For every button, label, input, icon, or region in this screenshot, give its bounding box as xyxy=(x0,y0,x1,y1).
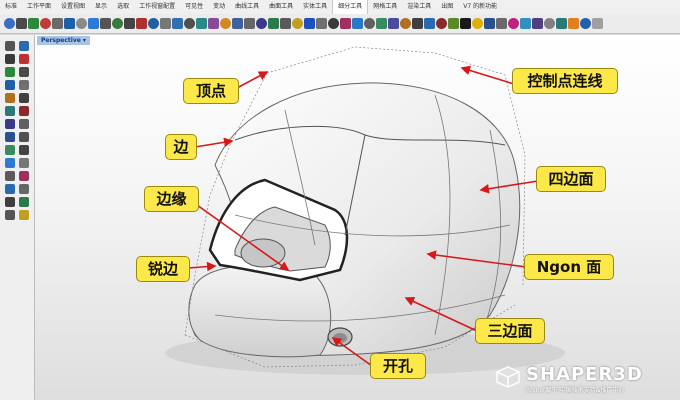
callout-triangle-face-text: 三边面 xyxy=(487,322,533,340)
callout-vertex: 顶点 xyxy=(183,78,239,104)
callout-ngon-face: Ngon 面 xyxy=(524,254,614,280)
arrow-edge xyxy=(194,137,234,148)
arrow-boundary xyxy=(196,204,290,271)
callout-hole: 开孔 xyxy=(370,353,426,379)
callout-boundary: 边缘 xyxy=(144,186,199,212)
callout-triangle-face: 三边面 xyxy=(475,318,545,344)
callout-sharp-edge-text: 锐边 xyxy=(147,260,178,278)
arrow-triangle-face xyxy=(404,297,478,332)
callout-control-point-line: 控制点连线 xyxy=(512,68,618,94)
logo-subtitle: Rhino[犀牛]中国技术支持&推广中心 xyxy=(526,387,625,394)
callout-boundary-text: 边缘 xyxy=(156,190,187,208)
shaper3d-logo: SHAPER3D Rhino[犀牛]中国技术支持&推广中心 xyxy=(496,362,680,400)
arrow-ngon-face xyxy=(426,250,527,268)
callout-control-point-line-text: 控制点连线 xyxy=(527,72,603,90)
callout-edge-text: 边 xyxy=(173,138,189,156)
callout-ngon-face-text: Ngon 面 xyxy=(536,258,602,276)
callout-vertex-text: 顶点 xyxy=(195,82,226,100)
callout-sharp-edge: 锐边 xyxy=(136,256,190,282)
callout-arrows xyxy=(187,65,539,367)
callout-hole-text: 开孔 xyxy=(382,357,413,375)
cube-logo-icon xyxy=(496,366,520,388)
arrow-vertex xyxy=(236,71,269,89)
logo-name: SHAPER3D xyxy=(526,364,643,385)
arrow-control-point-line xyxy=(460,65,515,85)
arrow-four-sided-face xyxy=(479,180,539,194)
arrow-hole xyxy=(331,337,373,367)
callout-four-sided-face-text: 四边面 xyxy=(548,170,594,188)
arrow-sharp-edge xyxy=(187,261,217,272)
callout-four-sided-face: 四边面 xyxy=(536,166,606,192)
callout-edge: 边 xyxy=(165,134,197,160)
